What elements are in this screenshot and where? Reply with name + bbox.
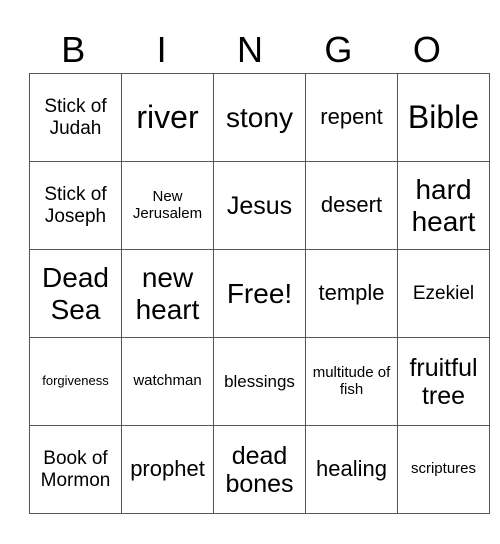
bingo-cell[interactable]: watchman xyxy=(121,337,214,426)
bingo-cell[interactable]: new heart xyxy=(121,249,214,338)
bingo-cell[interactable]: Stick of Joseph xyxy=(29,161,122,250)
header-letter-i: I xyxy=(156,29,167,70)
bingo-cell[interactable]: Dead Sea xyxy=(29,249,122,338)
bingo-cell[interactable]: Stick of Judah xyxy=(29,73,122,162)
bingo-cell[interactable]: dead bones xyxy=(213,425,306,514)
bingo-header: B I N G O xyxy=(29,28,471,72)
bingo-cell[interactable]: multitude of fish xyxy=(305,337,398,426)
bingo-cell[interactable]: repent xyxy=(305,73,398,162)
bingo-cell[interactable]: Book of Mormon xyxy=(29,425,122,514)
bingo-cell[interactable]: river xyxy=(121,73,214,162)
bingo-grid: Stick of Judah river stony repent Bible … xyxy=(29,73,490,514)
grid-row: Dead Sea new heart Free! temple Ezekiel xyxy=(29,249,490,338)
bingo-cell[interactable]: Ezekiel xyxy=(397,249,490,338)
bingo-cell[interactable]: Jesus xyxy=(213,161,306,250)
grid-row: forgiveness watchman blessings multitude… xyxy=(29,337,490,426)
header-letter-b: B xyxy=(61,29,86,70)
grid-row: Stick of Judah river stony repent Bible xyxy=(29,73,490,162)
bingo-cell[interactable]: fruitful tree xyxy=(397,337,490,426)
bingo-cell[interactable]: stony xyxy=(213,73,306,162)
bingo-cell[interactable]: forgiveness xyxy=(29,337,122,426)
free-space[interactable]: Free! xyxy=(213,249,306,338)
grid-row: Stick of Joseph New Jerusalem Jesus dese… xyxy=(29,161,490,250)
header-letter-o: O xyxy=(412,29,441,70)
bingo-cell[interactable]: blessings xyxy=(213,337,306,426)
bingo-cell[interactable]: hard heart xyxy=(397,161,490,250)
bingo-cell[interactable]: desert xyxy=(305,161,398,250)
grid-row: Book of Mormon prophet dead bones healin… xyxy=(29,425,490,514)
bingo-cell[interactable]: healing xyxy=(305,425,398,514)
header-letter-n: N xyxy=(237,29,264,70)
bingo-cell[interactable]: New Jerusalem xyxy=(121,161,214,250)
bingo-cell[interactable]: prophet xyxy=(121,425,214,514)
bingo-cell[interactable]: scriptures xyxy=(397,425,490,514)
bingo-cell[interactable]: Bible xyxy=(397,73,490,162)
header-letter-g: G xyxy=(324,29,353,70)
bingo-cell[interactable]: temple xyxy=(305,249,398,338)
